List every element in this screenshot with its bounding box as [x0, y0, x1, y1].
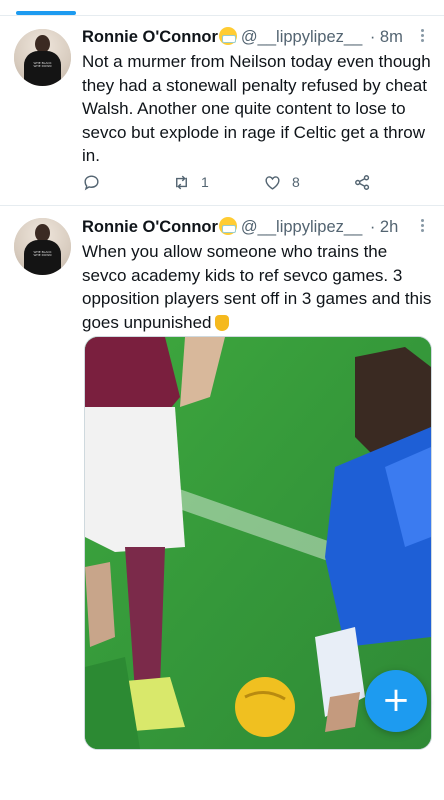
pointing-down-emoji-icon	[214, 314, 229, 331]
compose-button[interactable]: +	[365, 670, 427, 732]
username[interactable]: @__lippylipez__	[241, 218, 362, 236]
timestamp[interactable]: · 8m	[370, 28, 403, 46]
share-icon	[355, 174, 370, 190]
tweet[interactable]: WHE BLACK WHE DOWN Ronnie O'Connor @__lip…	[0, 0, 444, 205]
display-name[interactable]: Ronnie O'Connor	[82, 218, 218, 236]
tweet-text-content: When you allow someone who trains the se…	[82, 242, 432, 332]
tweet-header: Ronnie O'Connor @__lippylipez__ · 8m	[82, 26, 403, 48]
avatar[interactable]: WHE BLACK WHE DOWN	[14, 218, 71, 275]
reply-button[interactable]	[82, 171, 101, 193]
timestamp[interactable]: · 2h	[370, 218, 398, 236]
retweet-count: 1	[201, 174, 209, 190]
more-icon[interactable]	[418, 217, 426, 237]
like-button[interactable]: 8	[263, 171, 300, 193]
like-count: 8	[292, 174, 300, 190]
tweet-header: Ronnie O'Connor @__lippylipez__ · 2h	[82, 216, 398, 238]
more-icon[interactable]	[418, 27, 426, 47]
tweet-text: When you allow someone who trains the se…	[82, 240, 432, 334]
username[interactable]: @__lippylipez__	[241, 28, 362, 46]
reply-icon	[84, 174, 99, 190]
share-button[interactable]	[353, 171, 372, 193]
avatar[interactable]: WHE BLACK WHE DOWN	[14, 29, 71, 86]
compose-icon: +	[381, 680, 411, 720]
display-name[interactable]: Ronnie O'Connor	[82, 28, 218, 46]
like-icon	[265, 175, 280, 190]
retweet-icon	[176, 175, 187, 189]
mask-emoji-icon	[218, 27, 237, 45]
mask-emoji-icon	[218, 217, 237, 235]
tweet-text: Not a murmer from Neilson today even tho…	[82, 52, 431, 165]
retweet-button[interactable]: 1	[172, 171, 209, 193]
tweet-actions: 1 8	[82, 171, 422, 193]
